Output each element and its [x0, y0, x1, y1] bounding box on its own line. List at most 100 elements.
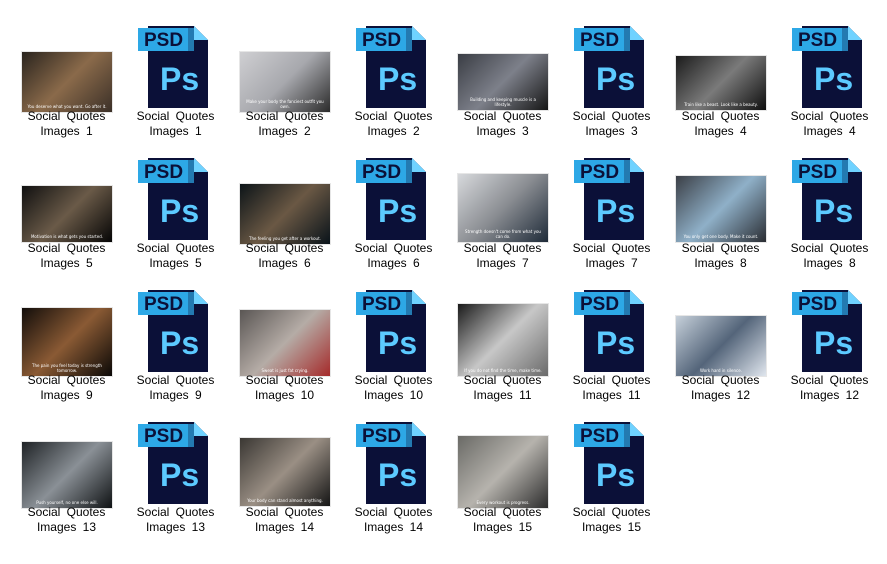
file-name-label: Social Quotes Images 13 — [136, 505, 215, 534]
image-file-item[interactable]: Train like a beast. Look like a beauty. S… — [666, 14, 775, 144]
psd-file-icon: PSD Ps — [138, 158, 208, 240]
svg-text:Ps: Ps — [160, 325, 199, 361]
psd-icon: PSD Ps — [775, 278, 884, 374]
thumbnail-quote-text: Your body can stand almost anything. — [247, 498, 323, 503]
file-name-label: Social Quotes Images 6 — [245, 241, 324, 270]
thumbnail-quote-text: Make your body the fanciest outfit you o… — [246, 99, 324, 109]
psd-file-item[interactable]: PSD Ps Social Quotes Images 15 — [557, 410, 666, 540]
svg-text:PSD: PSD — [580, 426, 619, 447]
image-file-item[interactable]: Every workout is progress. Social Quotes … — [448, 410, 557, 540]
psd-icon: PSD Ps — [557, 14, 666, 110]
file-name-label: Social Quotes Images 10 — [245, 373, 324, 402]
psd-file-item[interactable]: PSD Ps Social Quotes Images 2 — [339, 14, 448, 144]
image-thumbnail: If you do not find the time, make time. — [458, 304, 548, 376]
psd-file-item[interactable]: PSD Ps Social Quotes Images 14 — [339, 410, 448, 540]
image-thumbnail: Building and keeping muscle is a lifesty… — [458, 54, 548, 110]
file-name-label: Social Quotes Images 4 — [681, 109, 760, 138]
psd-file-item[interactable]: PSD Ps Social Quotes Images 11 — [557, 278, 666, 408]
image-file-item[interactable]: Make your body the fanciest outfit you o… — [230, 14, 339, 144]
image-file-item[interactable]: Sweat is just fat crying. Social Quotes I… — [230, 278, 339, 408]
image-file-item[interactable]: Motivation is what gets you started. Soci… — [12, 146, 121, 276]
svg-text:Ps: Ps — [160, 193, 199, 229]
svg-text:PSD: PSD — [362, 426, 401, 447]
thumbnail-quote-text: Train like a beast. Look like a beauty. — [684, 102, 758, 107]
file-name-label: Social Quotes Images 2 — [245, 109, 324, 138]
psd-file-icon: PSD Ps — [356, 290, 426, 372]
psd-file-item[interactable]: PSD Ps Social Quotes Images 10 — [339, 278, 448, 408]
psd-file-item[interactable]: PSD Ps Social Quotes Images 7 — [557, 146, 666, 276]
psd-file-item[interactable]: PSD Ps Social Quotes Images 8 — [775, 146, 884, 276]
svg-text:PSD: PSD — [144, 426, 183, 447]
svg-text:Ps: Ps — [160, 61, 199, 97]
thumbnail-quote-text: Building and keeping muscle is a lifesty… — [470, 97, 536, 107]
image-file-item[interactable]: Building and keeping muscle is a lifesty… — [448, 14, 557, 144]
svg-text:PSD: PSD — [798, 162, 837, 183]
file-name-label: Social Quotes Images 11 — [572, 373, 651, 402]
psd-icon: PSD Ps — [557, 278, 666, 374]
file-name-label: Social Quotes Images 8 — [681, 241, 760, 270]
image-thumbnail: Make your body the fanciest outfit you o… — [240, 52, 330, 112]
file-name-label: Social Quotes Images 4 — [790, 109, 869, 138]
psd-file-icon: PSD Ps — [574, 26, 644, 108]
image-thumbnail: The feeling you get after a workout. — [240, 184, 330, 244]
psd-file-icon: PSD Ps — [792, 158, 862, 240]
image-thumbnail: Work hard in silence. — [676, 316, 766, 376]
image-thumbnail: The pain you feel today is strength tomo… — [22, 308, 112, 376]
image-file-item[interactable]: Strength doesn't come from what you can … — [448, 146, 557, 276]
svg-text:PSD: PSD — [580, 294, 619, 315]
thumbnail-quote-text: The pain you feel today is strength tomo… — [32, 363, 102, 373]
psd-file-icon: PSD Ps — [792, 290, 862, 372]
psd-file-icon: PSD Ps — [574, 422, 644, 504]
file-name-label: Social Quotes Images 9 — [136, 373, 215, 402]
image-thumbnail: Every workout is progress. — [458, 436, 548, 508]
file-name-label: Social Quotes Images 5 — [27, 241, 106, 270]
thumbnail-quote-text: You only get one body. Make it count. — [683, 234, 759, 239]
psd-file-icon: PSD Ps — [574, 290, 644, 372]
image-file-item[interactable]: Work hard in silence. Social Quotes Image… — [666, 278, 775, 408]
file-name-label: Social Quotes Images 12 — [681, 373, 760, 402]
svg-text:Ps: Ps — [378, 61, 417, 97]
svg-text:PSD: PSD — [144, 30, 183, 51]
svg-text:PSD: PSD — [144, 294, 183, 315]
image-file-item[interactable]: Your body can stand almost anything. Soci… — [230, 410, 339, 540]
psd-icon: PSD Ps — [339, 278, 448, 374]
file-name-label: Social Quotes Images 13 — [27, 505, 106, 534]
psd-file-icon: PSD Ps — [356, 422, 426, 504]
image-file-item[interactable]: The feeling you get after a workout. Soci… — [230, 146, 339, 276]
psd-icon: PSD Ps — [121, 146, 230, 242]
psd-file-item[interactable]: PSD Ps Social Quotes Images 5 — [121, 146, 230, 276]
psd-file-item[interactable]: PSD Ps Social Quotes Images 6 — [339, 146, 448, 276]
file-name-label: Social Quotes Images 8 — [790, 241, 869, 270]
psd-file-item[interactable]: PSD Ps Social Quotes Images 9 — [121, 278, 230, 408]
psd-file-item[interactable]: PSD Ps Social Quotes Images 13 — [121, 410, 230, 540]
image-file-item[interactable]: You deserve what you want. Go after it. S… — [12, 14, 121, 144]
image-thumbnail: You only get one body. Make it count. — [676, 176, 766, 242]
svg-text:PSD: PSD — [362, 294, 401, 315]
svg-text:PSD: PSD — [798, 30, 837, 51]
image-file-item[interactable]: You only get one body. Make it count. Soc… — [666, 146, 775, 276]
file-name-label: Social Quotes Images 1 — [27, 109, 106, 138]
image-thumbnail: Strength doesn't come from what you can … — [458, 174, 548, 242]
psd-icon: PSD Ps — [121, 410, 230, 506]
svg-text:Ps: Ps — [814, 193, 853, 229]
file-name-label: Social Quotes Images 10 — [354, 373, 433, 402]
psd-file-item[interactable]: PSD Ps Social Quotes Images 1 — [121, 14, 230, 144]
psd-icon: PSD Ps — [339, 410, 448, 506]
psd-icon: PSD Ps — [121, 14, 230, 110]
psd-icon: PSD Ps — [557, 410, 666, 506]
psd-file-icon: PSD Ps — [138, 290, 208, 372]
psd-file-item[interactable]: PSD Ps Social Quotes Images 4 — [775, 14, 884, 144]
image-file-item[interactable]: The pain you feel today is strength tomo… — [12, 278, 121, 408]
image-file-item[interactable]: Push yourself, no one else will. Social Q… — [12, 410, 121, 540]
file-name-label: Social Quotes Images 15 — [572, 505, 651, 534]
psd-file-icon: PSD Ps — [138, 422, 208, 504]
svg-text:PSD: PSD — [362, 30, 401, 51]
file-name-label: Social Quotes Images 11 — [463, 373, 542, 402]
psd-file-item[interactable]: PSD Ps Social Quotes Images 3 — [557, 14, 666, 144]
image-file-item[interactable]: If you do not find the time, make time. S… — [448, 278, 557, 408]
file-name-label: Social Quotes Images 15 — [463, 505, 542, 534]
file-name-label: Social Quotes Images 9 — [27, 373, 106, 402]
svg-text:Ps: Ps — [596, 457, 635, 493]
psd-file-item[interactable]: PSD Ps Social Quotes Images 12 — [775, 278, 884, 408]
image-thumbnail: Train like a beast. Look like a beauty. — [676, 56, 766, 110]
